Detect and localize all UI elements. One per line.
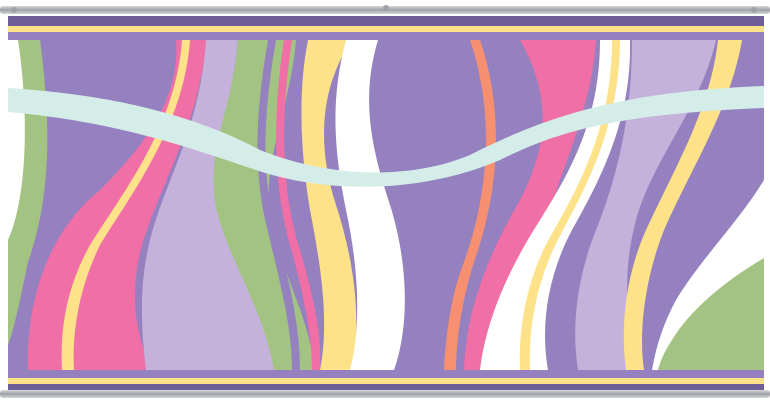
top-yellow-band [8,26,764,32]
hanger-clip-icon [11,7,17,13]
bottom-hanger-rail [0,390,770,398]
bottom-dark-band [8,384,764,390]
banner-artwork [0,5,770,398]
top-dark-band [8,16,764,26]
wallpaper-border-banner [0,0,770,400]
hanger-clip-icon [751,7,757,13]
bottom-yellow-band [8,378,764,384]
wave-pattern [8,40,764,370]
top-purple-band [8,32,764,40]
bottom-purple-band [8,370,764,378]
hanger-clip-icon [383,5,389,11]
